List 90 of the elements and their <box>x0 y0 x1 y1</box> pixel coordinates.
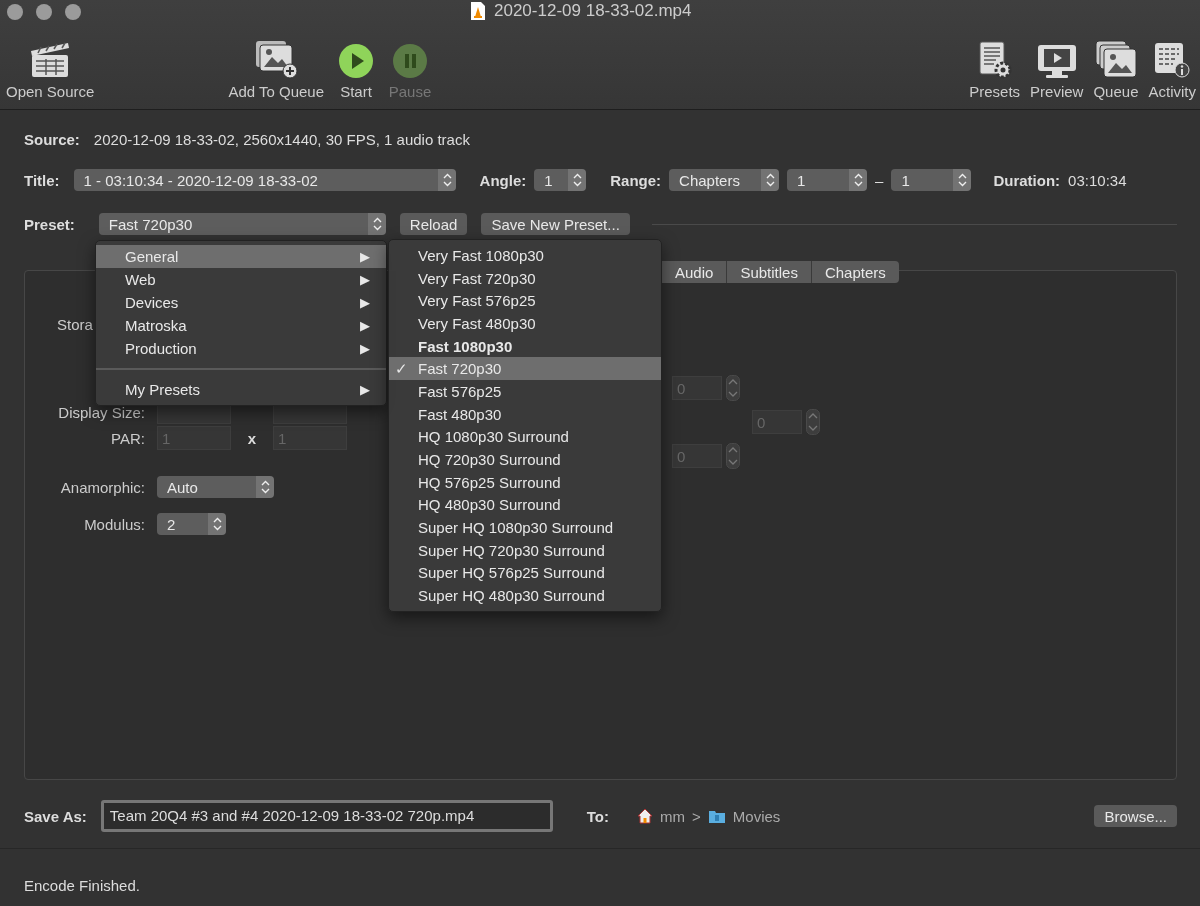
menu-item[interactable]: Fast 576p25 <box>389 380 661 403</box>
minimize-button[interactable] <box>36 4 52 20</box>
times-sign: x <box>246 429 258 447</box>
range-dash: – <box>875 171 884 189</box>
house-icon <box>637 808 654 824</box>
menu-item[interactable]: Devices ▶ <box>96 291 386 314</box>
source-label: Source: <box>24 130 80 148</box>
menu-item[interactable]: Very Fast 576p25 <box>389 289 661 313</box>
menu-item[interactable]: Fast 480p30 <box>389 402 661 426</box>
path-segment[interactable]: mm <box>660 807 686 825</box>
title-label: Title: <box>24 171 60 189</box>
chevrons-icon <box>573 173 583 187</box>
angle-label: Angle: <box>479 171 527 189</box>
stepper[interactable] <box>806 409 820 435</box>
modulus-select[interactable]: 2 <box>157 513 226 535</box>
anamorphic-select[interactable]: Auto <box>157 476 274 498</box>
document-gear-icon <box>977 41 1012 79</box>
menu-item[interactable]: My Presets ▶ <box>96 378 386 401</box>
menu-item[interactable]: ✓ Fast 720p30 <box>389 357 661 381</box>
menu-item[interactable]: Very Fast 480p30 <box>389 312 661 335</box>
menu-item[interactable]: Very Fast 720p30 <box>389 266 661 290</box>
menu-item[interactable]: Production ▶ <box>96 337 386 360</box>
preset-button[interactable]: Reload <box>399 213 468 235</box>
toolbar-button[interactable]: Preview <box>1030 32 1084 100</box>
add-images-icon <box>254 39 299 79</box>
log-info-icon <box>1153 41 1192 79</box>
range-label: Range: <box>610 171 662 189</box>
menu-item[interactable]: Matroska ▶ <box>96 314 386 337</box>
cone-file-icon <box>470 1 486 21</box>
browse-button[interactable]: Browse... <box>1094 805 1177 827</box>
monitor-play-icon <box>1035 43 1078 79</box>
menu-item[interactable]: HQ 720p30 Surround <box>389 448 661 471</box>
modulus-label: Modulus: <box>83 515 145 533</box>
folder-icon <box>707 808 726 824</box>
zoom-button[interactable] <box>65 4 81 20</box>
title-select[interactable]: 1 - 03:10:34 - 2020-12-09 18-33-02 <box>73 169 456 191</box>
preset-button[interactable]: Save New Preset... <box>481 213 630 235</box>
window-title: 2020-12-09 18-33-02.mp4 <box>494 1 692 21</box>
chevrons-icon <box>958 173 968 187</box>
path-segment[interactable]: Movies <box>732 807 781 825</box>
range-select[interactable]: Chapters <box>669 169 780 191</box>
status-text: Encode Finished. <box>24 877 140 894</box>
source-info: 2020-12-09 18-33-02, 2560x1440, 30 FPS, 1 audio track <box>93 130 470 148</box>
play-icon <box>338 43 375 79</box>
toolbar-button[interactable]: Open Source <box>6 32 95 100</box>
start-chapter-select[interactable]: 1 <box>787 169 868 191</box>
menu-item[interactable]: Super HQ 720p30 Surround <box>389 538 661 562</box>
tab[interactable]: Chapters <box>811 261 899 283</box>
close-button[interactable] <box>7 4 23 20</box>
end-chapter-select[interactable]: 1 <box>891 169 972 191</box>
file-name-field[interactable]: Team 20Q4 #3 and #4 2020-12-09 18-33-02 720p.mp4 <box>100 800 553 832</box>
tab[interactable]: Audio <box>662 261 728 283</box>
menu-item[interactable]: Very Fast 1080p30 <box>389 244 661 267</box>
display-size-label: Display Size: <box>57 403 145 421</box>
path-separator: > <box>692 807 701 825</box>
duration-label: Duration: <box>993 171 1061 189</box>
chevrons-icon <box>442 173 452 187</box>
stepper[interactable] <box>726 375 740 401</box>
toolbar-button[interactable]: Activity <box>1148 32 1196 100</box>
stacked-images-icon <box>1093 39 1138 79</box>
menu-item[interactable]: HQ 480p30 Surround <box>389 493 661 517</box>
toolbar-button[interactable]: Add To Queue <box>228 32 325 100</box>
menu-item[interactable]: Web ▶ <box>96 268 386 291</box>
preset-select[interactable]: Fast 720p30 <box>98 213 386 235</box>
preset-label: Preset: <box>24 215 75 233</box>
par-label: PAR: <box>110 429 145 447</box>
anamorphic-label: Anamorphic: <box>59 478 145 496</box>
chevrons-icon <box>372 217 382 231</box>
chevrons-icon <box>261 480 270 494</box>
menu-item[interactable]: HQ 1080p30 Surround <box>389 425 661 449</box>
chevrons-icon <box>766 173 776 187</box>
menu-item[interactable]: Fast 1080p30 <box>389 334 661 358</box>
pause-icon <box>392 43 429 79</box>
storage-size-label: Stora <box>57 315 93 333</box>
duration-value: 03:10:34 <box>1068 171 1127 189</box>
toolbar-button[interactable]: Start <box>334 32 379 100</box>
menu-item[interactable]: HQ 576p25 Surround <box>389 470 661 494</box>
stepper[interactable] <box>726 443 740 469</box>
angle-select[interactable]: 1 <box>534 169 587 191</box>
toolbar-button[interactable]: Queue <box>1093 32 1139 100</box>
save-as-label: Save As: <box>24 807 87 825</box>
chevrons-icon <box>213 517 222 531</box>
menu-item[interactable]: Super HQ 576p25 Surround <box>389 561 661 585</box>
toolbar-button[interactable]: Presets <box>969 32 1021 100</box>
menu-item[interactable]: Super HQ 480p30 Surround <box>389 584 661 607</box>
menu-item[interactable]: General ▶ <box>96 245 386 268</box>
tab[interactable]: Subtitles <box>727 261 812 283</box>
to-label: To: <box>586 807 610 825</box>
menu-item[interactable]: Super HQ 1080p30 Surround <box>389 516 661 539</box>
chevrons-icon <box>854 173 864 187</box>
